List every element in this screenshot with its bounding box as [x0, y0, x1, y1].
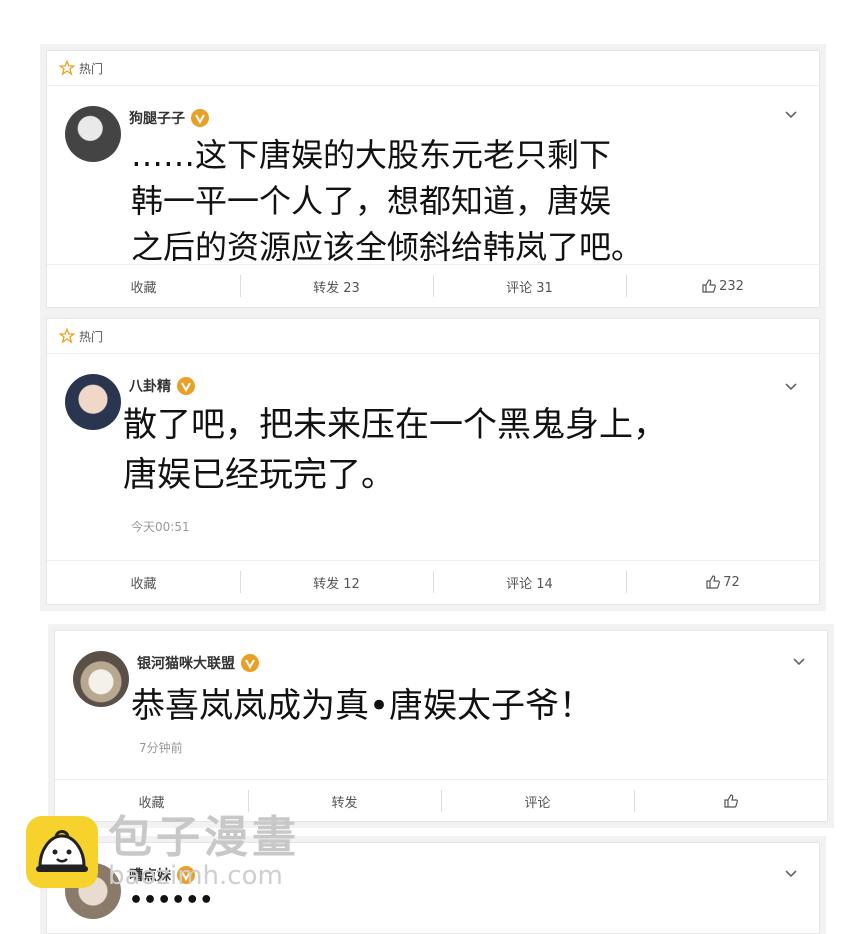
username-row: 狗腿子子 — [129, 108, 209, 128]
post-time[interactable]: 今天00:51 — [131, 518, 190, 535]
content-line: 散了吧，把未来压在一个黑鬼身上， — [123, 405, 667, 445]
action-bar: 收藏 转发 12 评论 14 72 — [47, 560, 819, 603]
thumbs-up-icon — [702, 279, 717, 293]
avatar[interactable] — [65, 863, 121, 919]
chevron-down-icon[interactable] — [791, 653, 807, 673]
chevron-down-icon[interactable] — [783, 106, 799, 126]
hot-bar: 热门 — [47, 319, 819, 354]
thumbs-up-icon — [706, 575, 721, 589]
thumbs-up-icon — [723, 794, 738, 808]
post-content: 恭喜岚岚成为真•唐娱太子爷！ — [131, 683, 593, 729]
chevron-down-icon[interactable] — [783, 865, 799, 885]
like-button[interactable]: 232 — [626, 265, 819, 307]
post-card-4: 嘈点妹 •••••• — [46, 842, 820, 934]
like-count: 72 — [723, 574, 740, 590]
content-line: 韩一平一个人了，想都知道，唐娱 — [131, 182, 612, 220]
comment-button[interactable]: 评论 — [441, 780, 634, 822]
like-button[interactable]: 72 — [626, 561, 819, 603]
verified-badge-icon — [177, 377, 195, 395]
verified-badge-icon — [191, 109, 209, 127]
hot-label: 热门 — [79, 329, 104, 344]
username[interactable]: 八卦精 — [129, 376, 171, 396]
avatar[interactable] — [65, 374, 121, 430]
like-count: 232 — [719, 278, 744, 294]
comment-button[interactable]: 评论 31 — [433, 265, 626, 307]
chevron-down-icon[interactable] — [783, 378, 799, 398]
avatar[interactable] — [65, 106, 121, 162]
username-row: 银河猫咪大联盟 — [137, 653, 259, 673]
favorite-button[interactable]: 收藏 — [55, 780, 248, 822]
comment-button[interactable]: 评论 14 — [433, 561, 626, 603]
avatar[interactable] — [73, 651, 129, 707]
content-line: ……这下唐娱的大股东元老只剩下 — [131, 136, 612, 174]
post-card-3: 银河猫咪大联盟 恭喜岚岚成为真•唐娱太子爷！ 7分钟前 收藏 转发 评论 — [54, 630, 828, 822]
hot-label: 热门 — [79, 61, 104, 76]
repost-button[interactable]: 转发 12 — [240, 561, 433, 603]
verified-badge-icon — [241, 654, 259, 672]
repost-button[interactable]: 转发 23 — [240, 265, 433, 307]
action-bar: 收藏 转发 评论 — [55, 779, 827, 822]
post-card-1: 热门 狗腿子子 ……这下唐娱的大股东元老只剩下 韩一平一个人了，想都知道，唐娱 … — [46, 50, 820, 308]
post-card-2: 热门 八卦精 散了吧，把未来压在一个黑鬼身上， 唐娱已经玩完了。 今天00:51… — [46, 318, 820, 605]
content-line: •••••• — [129, 888, 214, 913]
content-line: 恭喜岚岚成为真•唐娱太子爷！ — [131, 686, 594, 726]
content-line: 唐娱已经玩完了。 — [123, 455, 395, 495]
hot-bar: 热门 — [47, 51, 819, 86]
post-time[interactable]: 7分钟前 — [139, 739, 183, 756]
username[interactable]: 银河猫咪大联盟 — [137, 653, 235, 673]
star-icon — [59, 328, 75, 344]
star-icon — [59, 60, 75, 76]
favorite-button[interactable]: 收藏 — [47, 265, 240, 307]
username[interactable]: 狗腿子子 — [129, 108, 185, 128]
post-content: 散了吧，把未来压在一个黑鬼身上， 唐娱已经玩完了。 — [123, 400, 667, 500]
post-content: ……这下唐娱的大股东元老只剩下 韩一平一个人了，想都知道，唐娱 之后的资源应该全… — [131, 132, 643, 270]
repost-button[interactable]: 转发 — [248, 780, 441, 822]
post-content: •••••• — [129, 881, 213, 921]
favorite-button[interactable]: 收藏 — [47, 561, 240, 603]
username-row: 八卦精 — [129, 376, 195, 396]
action-bar: 收藏 转发 23 评论 31 232 — [47, 264, 819, 307]
like-button[interactable] — [634, 780, 827, 822]
